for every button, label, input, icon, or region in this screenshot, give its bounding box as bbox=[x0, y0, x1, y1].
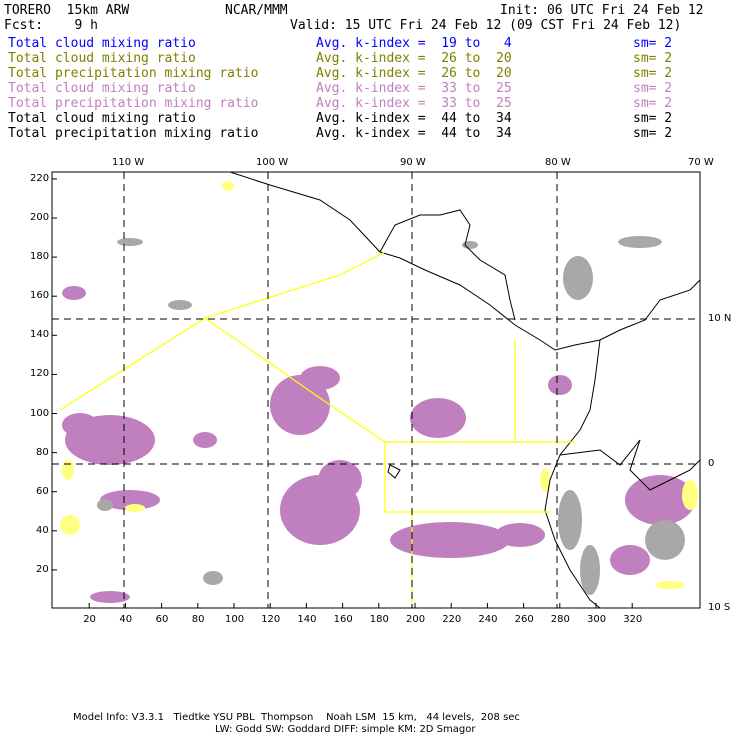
y-tick-label: 120 bbox=[30, 368, 50, 380]
x-tick-label: 60 bbox=[155, 614, 169, 625]
x-tick-label: 140 bbox=[297, 614, 317, 625]
map-canvas bbox=[51, 171, 701, 609]
weather-map-page: TORERO 15km ARW NCAR/MMM Init: 06 UTC Fr… bbox=[0, 0, 740, 740]
y-tick-label: 140 bbox=[30, 329, 50, 341]
x-tick-label: 300 bbox=[587, 614, 607, 625]
x-tick-label: 320 bbox=[623, 614, 643, 625]
y-tick-label: 20 bbox=[36, 563, 49, 575]
x-tick-label: 240 bbox=[478, 614, 498, 625]
longitude-label: 80 W bbox=[545, 157, 571, 168]
x-tick-label: 40 bbox=[119, 614, 133, 625]
x-tick-label: 220 bbox=[442, 614, 462, 625]
y-tick-label: 160 bbox=[30, 290, 50, 302]
lat-lon-grid bbox=[52, 172, 700, 608]
x-tick-label: 100 bbox=[225, 614, 245, 625]
y-tick-label: 40 bbox=[36, 524, 49, 536]
longitude-label: 70 W bbox=[688, 157, 714, 168]
longitude-label: 110 W bbox=[112, 157, 145, 168]
latitude-label: 0 bbox=[708, 458, 715, 469]
y-tick-label: 60 bbox=[36, 485, 49, 497]
longitude-label: 100 W bbox=[256, 157, 289, 168]
latitude-label: 10 N bbox=[708, 313, 732, 324]
x-tick-label: 280 bbox=[550, 614, 570, 625]
y-tick-label: 200 bbox=[30, 212, 50, 223]
y-tick-label: 180 bbox=[30, 251, 50, 263]
x-tick-label: 80 bbox=[191, 614, 205, 625]
yellow-cloud-areas bbox=[60, 181, 698, 589]
x-tick-label: 160 bbox=[333, 614, 353, 625]
model-info-line1: Model Info: V3.3.1 Tiedtke YSU PBL Thomp… bbox=[73, 712, 520, 723]
model-info-line2: LW: Godd SW: Goddard DIFF: simple KM: 2D… bbox=[215, 724, 476, 735]
x-tick-label: 260 bbox=[514, 614, 534, 625]
x-tick-label: 20 bbox=[83, 614, 96, 625]
y-tick-label: 220 bbox=[30, 172, 50, 184]
y-tick-label: 100 bbox=[30, 407, 50, 419]
y-tick-label: 80 bbox=[36, 446, 49, 458]
map-frame bbox=[51, 171, 701, 609]
x-tick-label: 180 bbox=[369, 614, 389, 625]
purple-cloud-areas bbox=[62, 286, 695, 603]
x-tick-label: 120 bbox=[261, 614, 281, 625]
longitude-label: 90 W bbox=[400, 157, 426, 168]
x-tick-label: 200 bbox=[406, 614, 426, 625]
latitude-label: 10 S bbox=[708, 602, 731, 613]
